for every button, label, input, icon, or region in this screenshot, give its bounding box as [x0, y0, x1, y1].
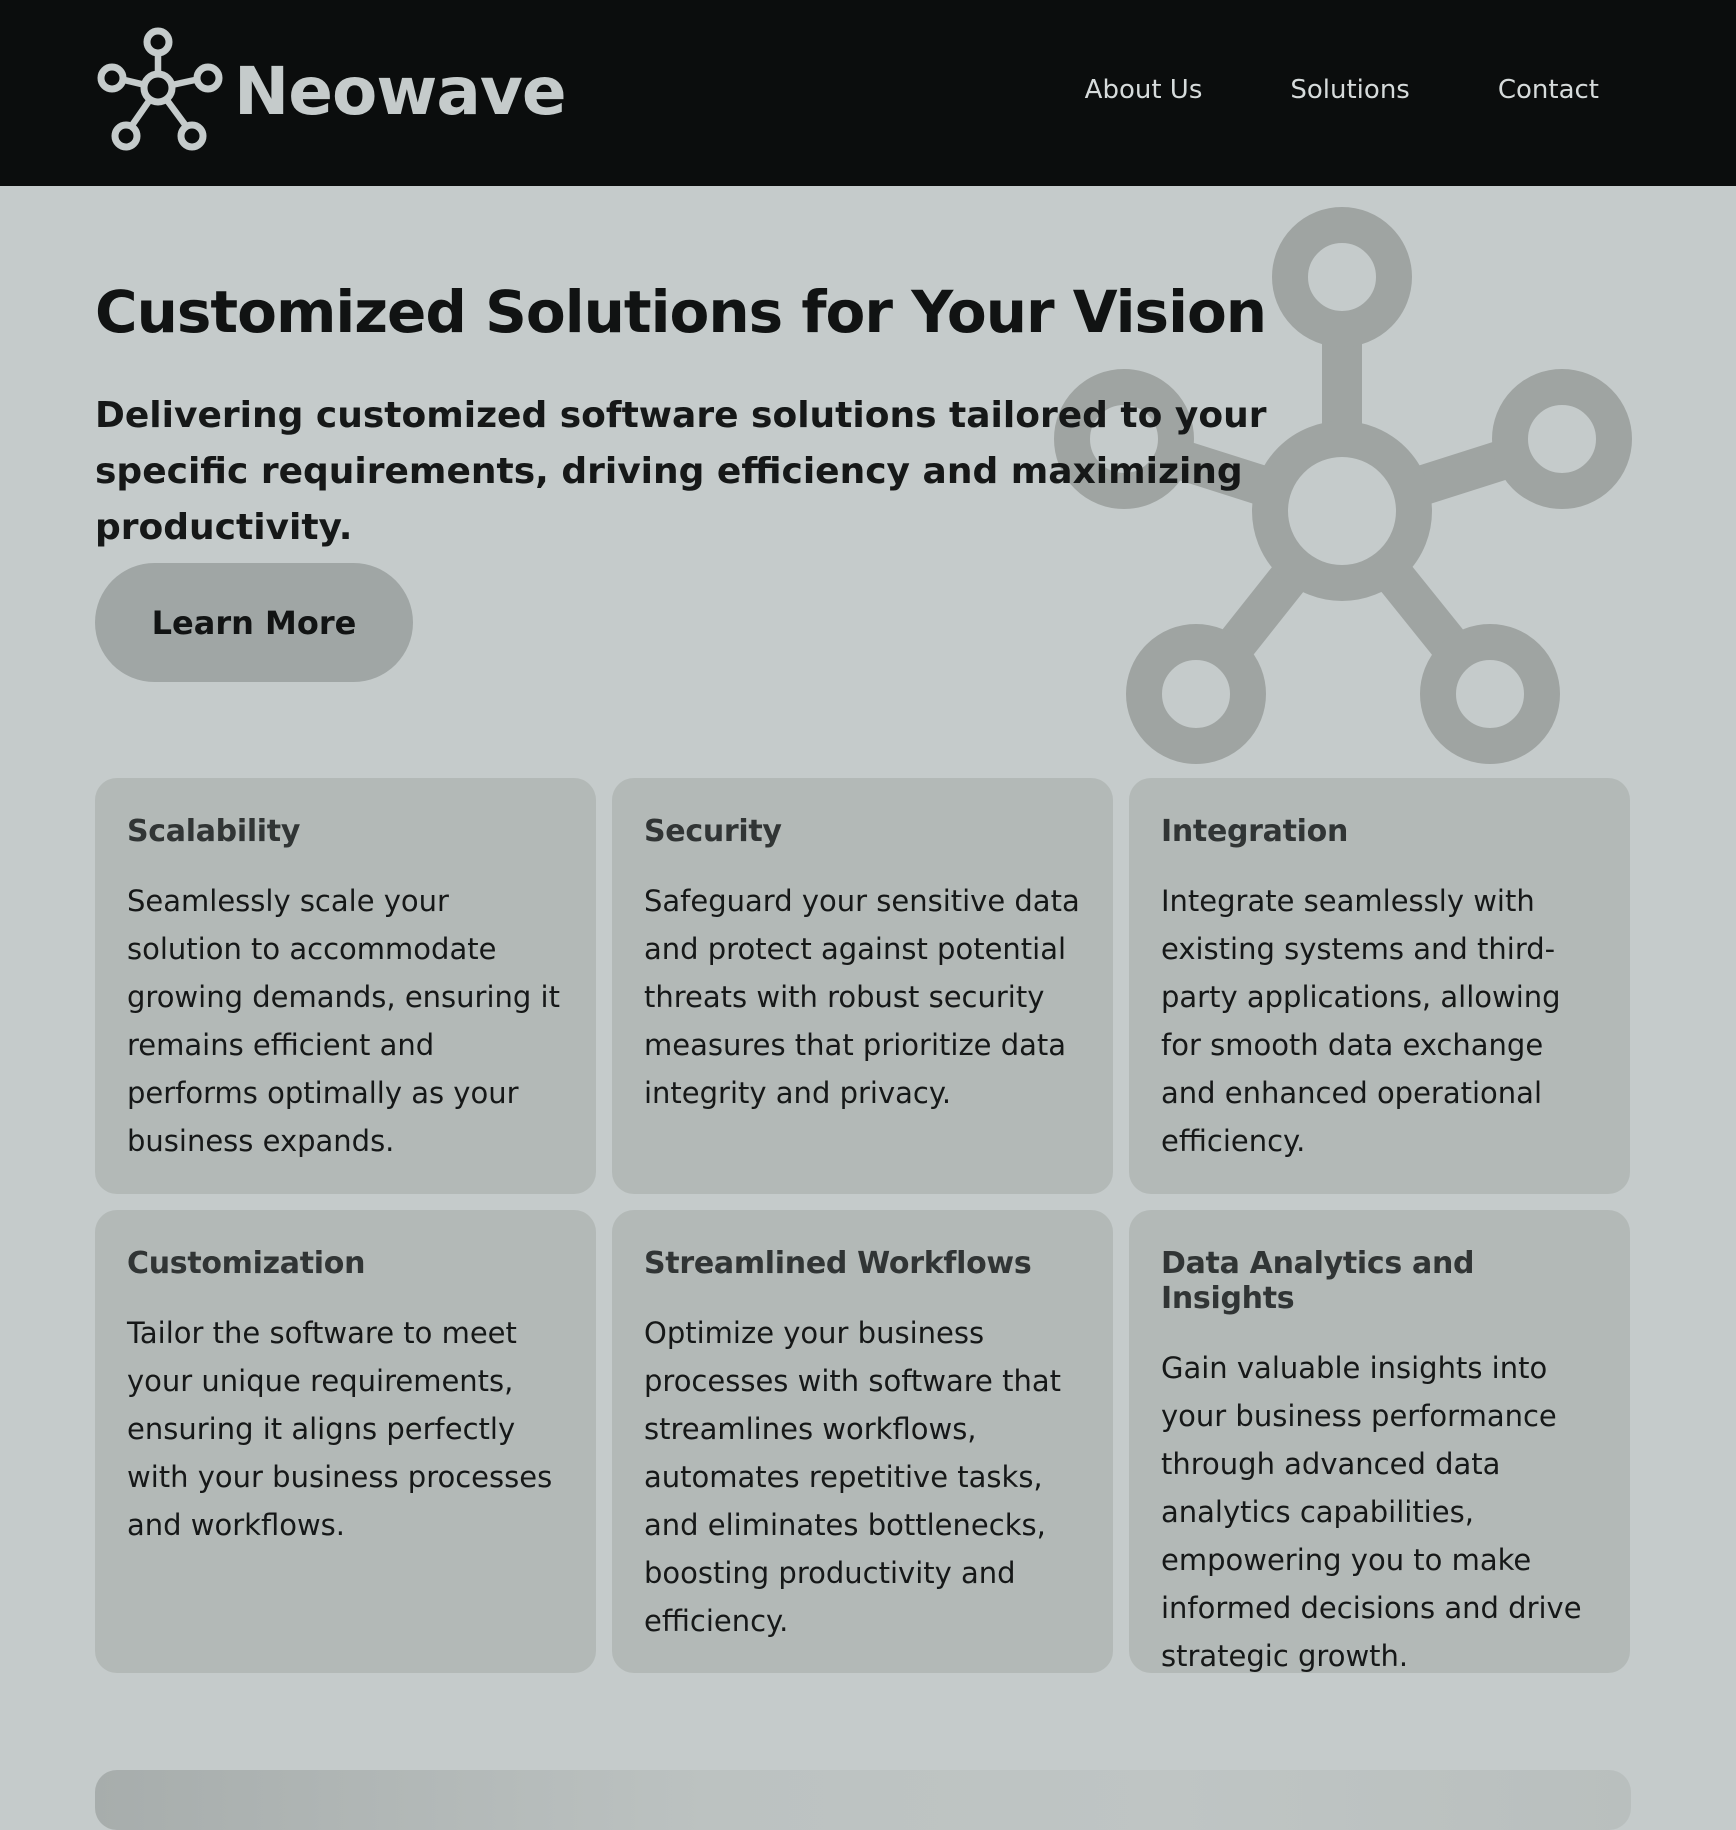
- feature-title: Streamlined Workflows: [644, 1246, 1032, 1281]
- next-section-panel: [95, 1770, 1631, 1830]
- feature-card-security: Security Safeguard your sensitive data a…: [612, 778, 1113, 1194]
- feature-card-scalability: Scalability Seamlessly scale your soluti…: [95, 778, 596, 1194]
- feature-title: Integration: [1161, 814, 1349, 849]
- main-nav: About Us Solutions Contact: [1085, 68, 1599, 112]
- feature-text: Optimize your business processes with so…: [644, 1316, 1062, 1638]
- feature-title: Customization: [127, 1246, 366, 1281]
- nav-link-about[interactable]: About Us: [1085, 68, 1203, 112]
- feature-title: Security: [644, 814, 782, 849]
- feature-text: Integrate seamlessly with existing syste…: [1161, 884, 1561, 1158]
- hero-subtitle: Delivering customized software solutions…: [95, 395, 1267, 548]
- brand[interactable]: Neowave: [94, 26, 567, 156]
- brand-name: Neowave: [234, 52, 567, 130]
- hero-title: Customized Solutions for Your Vision: [95, 278, 1267, 346]
- feature-title: Data Analytics and Insights: [1161, 1246, 1475, 1316]
- feature-card-data-analytics: Data Analytics and Insights Gain valuabl…: [1129, 1210, 1630, 1673]
- feature-card-integration: Integration Integrate seamlessly with ex…: [1129, 778, 1630, 1194]
- feature-text: Tailor the software to meet your unique …: [127, 1316, 553, 1542]
- feature-text: Seamlessly scale your solution to accomm…: [127, 884, 560, 1158]
- nav-link-solutions[interactable]: Solutions: [1290, 68, 1409, 112]
- feature-card-customization: Customization Tailor the software to mee…: [95, 1210, 596, 1673]
- network-hub-icon: [94, 26, 224, 156]
- nav-link-contact[interactable]: Contact: [1498, 68, 1599, 112]
- features-grid: Scalability Seamlessly scale your soluti…: [95, 778, 1631, 1673]
- site-header: Neowave About Us Solutions Contact: [0, 0, 1736, 186]
- feature-card-streamlined-workflows: Streamlined Workflows Optimize your busi…: [612, 1210, 1113, 1673]
- feature-title: Scalability: [127, 814, 301, 849]
- learn-more-button[interactable]: Learn More: [95, 563, 413, 682]
- feature-text: Safeguard your sensitive data and protec…: [644, 884, 1080, 1110]
- feature-text: Gain valuable insights into your busines…: [1161, 1351, 1582, 1673]
